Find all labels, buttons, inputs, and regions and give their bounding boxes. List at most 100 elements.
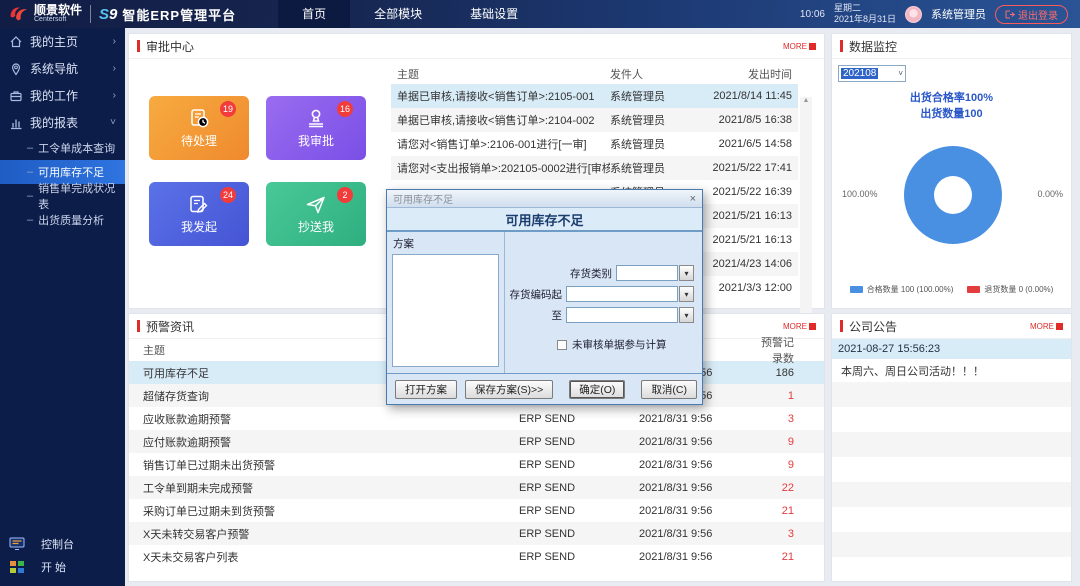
work-icon — [10, 90, 22, 101]
table-row[interactable]: 采购订单已过期未到货预警 ERP SEND 2021/8/31 9:56 21 — [129, 499, 824, 522]
more-button[interactable]: MORE — [783, 322, 816, 331]
empty-row — [832, 532, 1071, 557]
legend-item: 退货数量 0 (0.00%) — [967, 284, 1053, 295]
logo-text-cn: 顺景软件 — [34, 2, 83, 17]
empty-row — [832, 482, 1071, 507]
dropdown-button[interactable]: ▾ — [679, 307, 694, 323]
empty-row — [832, 457, 1071, 482]
table-row[interactable]: 请您对<支出报销单>:202105-0002进行[审核] 系统管理员 2021/5/… — [391, 156, 798, 180]
console-button[interactable]: 控制台 — [0, 532, 125, 555]
alert-count: 3 — [787, 527, 794, 540]
table-row[interactable]: 应收账款逾期预警 ERP SEND 2021/8/31 9:56 3 — [129, 407, 824, 430]
dropdown-button[interactable]: ▾ — [679, 286, 694, 302]
alert-count: 9 — [787, 458, 794, 471]
ok-button[interactable]: 确定(O) — [569, 379, 626, 399]
more-button[interactable]: MORE — [783, 42, 816, 51]
table-row[interactable]: X天未交易客户列表 ERP SEND 2021/8/31 9:56 21 — [129, 545, 824, 568]
ship-qty-text: 出货数量100 — [920, 108, 983, 120]
more-icon — [809, 322, 816, 330]
sidebar-subitem[interactable]: – 工令单成本查询 — [0, 136, 125, 160]
dropdown-button[interactable]: ▾ — [679, 265, 694, 281]
empty-row — [832, 382, 1071, 407]
table-row[interactable]: 请您对<销售订单>:2106-001进行[一审] 系统管理员 2021/6/5 14… — [391, 132, 798, 156]
top-bar: 顺景软件 Centersoft S9 智能ERP管理平台 首页 全部模块 基础设置 … — [0, 0, 1080, 28]
nav-item-link[interactable]: 全部模块 — [350, 0, 446, 28]
more-button[interactable]: MORE — [1030, 322, 1063, 331]
panel-title: 公司公告 — [849, 319, 898, 334]
notice-datetime: 2021-08-27 15:56:23 — [832, 339, 1071, 359]
start-button[interactable]: 开 始 — [0, 555, 125, 578]
sidebar-item[interactable]: 我的报表 ˅ — [0, 109, 125, 136]
monitor-header: 数据监控 — [832, 34, 1071, 59]
close-icon[interactable]: × — [690, 193, 696, 204]
legend-item: 合格数量 100 (100.00%) — [849, 284, 953, 295]
scheme-listbox[interactable] — [392, 254, 499, 367]
erp-dashboard: 顺景软件 Centersoft S9 智能ERP管理平台 首页 全部模块 基础设置 … — [0, 0, 1080, 586]
col-time: 发出时间 — [748, 69, 792, 81]
dialog-titlebar[interactable]: 可用库存不足 × — [387, 190, 702, 208]
empty-row — [832, 507, 1071, 532]
alert-count: 186 — [775, 366, 794, 379]
alert-count: 3 — [787, 412, 794, 425]
stock-shortage-dialog: 可用库存不足 × 可用库存不足 方案 存货类别 ▾ 存货编码起 ▾ 至 ▾ 未审核单据参与… — [386, 189, 703, 405]
field-input[interactable] — [566, 307, 678, 323]
alert-count: 9 — [787, 435, 794, 448]
home-icon — [10, 35, 22, 47]
count-badge: 2 — [337, 187, 353, 203]
scroll-up-icon[interactable]: ▲ — [803, 97, 810, 104]
nav-item-active[interactable]: 首页 — [278, 0, 351, 28]
form-field: 至 ▾ — [505, 307, 694, 323]
form-field: 存货类别 ▾ — [505, 265, 694, 281]
edit-icon — [190, 195, 208, 213]
nav-icon — [11, 62, 21, 76]
approval-tile[interactable]: 我审批 16 — [266, 96, 366, 160]
approval-tile[interactable]: 待处理 19 — [149, 96, 249, 160]
console-label: 控制台 — [41, 538, 74, 551]
table-row[interactable]: 单据已审核,请接收<销售订单>:2105-001 系统管理员 2021/8/14 1… — [391, 84, 798, 108]
alert-count: 21 — [781, 550, 794, 563]
table-row[interactable]: 应付账款逾期预警 ERP SEND 2021/8/31 9:56 9 — [129, 430, 824, 453]
approval-scrollbar[interactable]: ▲ ▼ — [800, 97, 812, 335]
table-row[interactable]: 销售订单已过期未出货预警 ERP SEND 2021/8/31 9:56 9 — [129, 453, 824, 476]
field-input[interactable] — [566, 286, 678, 302]
sidebar: 我的主页 › 系统导航 › 我的工作 › 我的报表 ˅ – 工令单成本查询 – 可用库存不足 – 销售单完… — [0, 28, 125, 586]
table-row[interactable]: 单据已审核,请接收<销售订单>:2104-002 系统管理员 2021/8/5 16… — [391, 108, 798, 132]
chart-legend: 合格数量 100 (100.00%) 退货数量 0 (0.00%) — [832, 284, 1071, 295]
logo: 顺景软件 Centersoft S9 智能ERP管理平台 — [0, 4, 236, 24]
alert-count: 21 — [781, 504, 794, 517]
nav-item-link[interactable]: 基础设置 — [446, 0, 542, 28]
sidebar-item[interactable]: 我的工作 › — [0, 82, 125, 109]
company-logo-icon — [10, 7, 28, 21]
s9-badge: S9 — [99, 5, 118, 23]
approval-tile[interactable]: 我发起 24 — [149, 182, 249, 246]
empty-row — [832, 557, 1071, 582]
unaudited-checkbox[interactable] — [557, 339, 567, 350]
approval-tile[interactable]: 抄送我 2 — [266, 182, 366, 246]
more-icon — [1056, 322, 1063, 330]
notices-panel: 公司公告 MORE 2021-08-27 15:56:23 本周六、周日公司活动… — [831, 313, 1072, 582]
user-name: 系统管理员 — [931, 9, 986, 21]
topbar-right: 10:06 星期二 2021年8月31日 系统管理员 退出登录 — [800, 3, 1080, 25]
table-row[interactable]: 工令单到期未完成预警 ERP SEND 2021/8/31 9:56 22 — [129, 476, 824, 499]
count-badge: 19 — [219, 101, 236, 117]
period-select[interactable]: 202108 ˅ — [838, 65, 906, 82]
open-scheme-button[interactable]: 打开方案 — [395, 379, 457, 399]
sidebar-item[interactable]: 我的主页 › — [0, 28, 125, 55]
empty-row — [832, 432, 1071, 457]
donut-chart — [904, 146, 1002, 244]
pending-icon — [191, 109, 209, 128]
title-accent-bar — [137, 320, 140, 332]
cancel-button[interactable]: 取消(C) — [641, 379, 698, 399]
title-accent-bar — [840, 320, 843, 332]
legend-swatch — [967, 286, 981, 293]
table-row[interactable]: X天未转交易客户预警 ERP SEND 2021/8/31 9:56 3 — [129, 522, 824, 545]
field-input[interactable] — [616, 265, 678, 281]
form-field: 存货编码起 ▾ — [505, 286, 694, 302]
save-scheme-button[interactable]: 保存方案(S)>> — [465, 379, 554, 399]
sidebar-item[interactable]: 系统导航 › — [0, 55, 125, 82]
sidebar-subitem[interactable]: – 销售单完成状况表 — [0, 183, 125, 211]
user-avatar[interactable] — [905, 5, 922, 23]
title-accent-bar — [840, 40, 843, 52]
logout-button[interactable]: 退出登录 — [995, 4, 1068, 24]
notice-content[interactable]: 本周六、周日公司活动！！！ — [832, 359, 1071, 382]
